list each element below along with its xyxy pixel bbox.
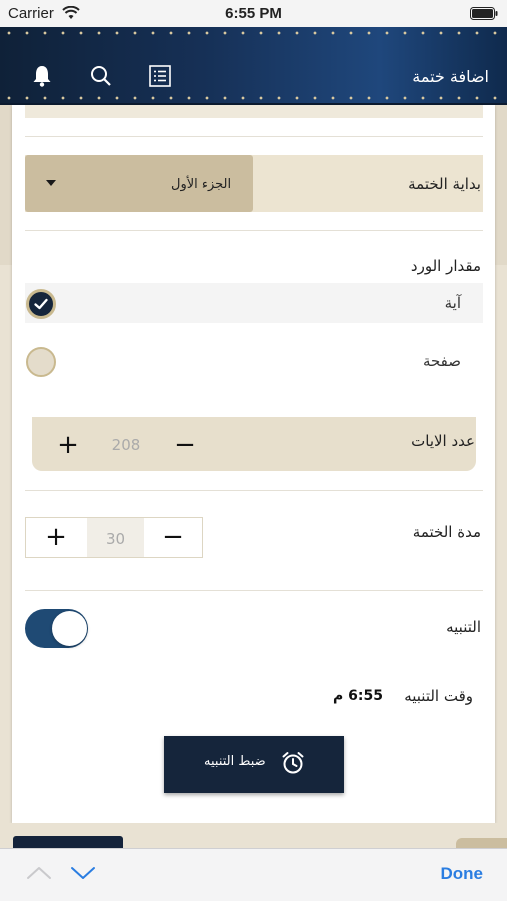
previous-field-edge [25,105,483,118]
side-decoration-right [495,105,507,265]
divider [25,590,483,591]
start-label: بداية الختمة [408,175,481,193]
verses-minus-button[interactable]: − [170,430,200,460]
checkmark-icon [34,298,48,310]
divider [25,230,483,231]
option-page-label: صفحة [422,352,461,370]
verses-count-value[interactable]: 208 [102,436,150,454]
verses-count-label: عدد الايات [411,432,475,450]
chevron-up-icon[interactable] [25,864,53,882]
bell-icon[interactable] [29,63,55,89]
nav-header: اضافة ختمة [0,27,507,105]
duration-label: مدة الختمة [412,523,481,541]
option-aya-label: آية [444,294,461,312]
alarm-time-value: 6:55 م [333,688,383,704]
verses-plus-button[interactable]: + [53,430,83,460]
alarm-label: التنبيه [446,618,481,636]
status-time: 6:55 PM [225,5,282,22]
radio-page[interactable] [26,347,56,377]
done-button[interactable]: Done [441,864,484,884]
bottom-tab-edge [13,836,123,848]
set-alarm-button-label: ضبط التنبيه [204,754,266,769]
status-bar: Carrier 6:55 PM [0,0,507,27]
start-dropdown-value: الجزء الأول [171,177,232,192]
radio-aya[interactable] [26,289,56,319]
header-decoration-bottom [0,95,507,101]
duration-value[interactable]: 30 [87,530,144,548]
verses-count-field [32,417,476,471]
option-aya[interactable] [25,283,483,323]
alarm-clock-icon [282,752,304,774]
duration-plus-button[interactable]: + [41,522,71,552]
list-icon[interactable] [147,63,173,89]
page-title: اضافة ختمة [412,67,489,86]
alarm-time-label: وقت التنبيه [404,687,473,705]
caret-down-icon [46,180,56,186]
alarm-toggle-knob[interactable] [52,611,87,646]
side-decoration-left [0,105,12,265]
wird-title: مقدار الورد [410,257,481,275]
bottom-corner-decoration [456,838,507,848]
chevron-down-icon[interactable] [69,864,97,882]
divider [25,136,483,137]
header-decoration-top [0,30,507,36]
divider [25,490,483,491]
battery-icon [470,7,498,20]
search-icon[interactable] [88,63,114,89]
duration-minus-button[interactable]: − [158,522,188,552]
